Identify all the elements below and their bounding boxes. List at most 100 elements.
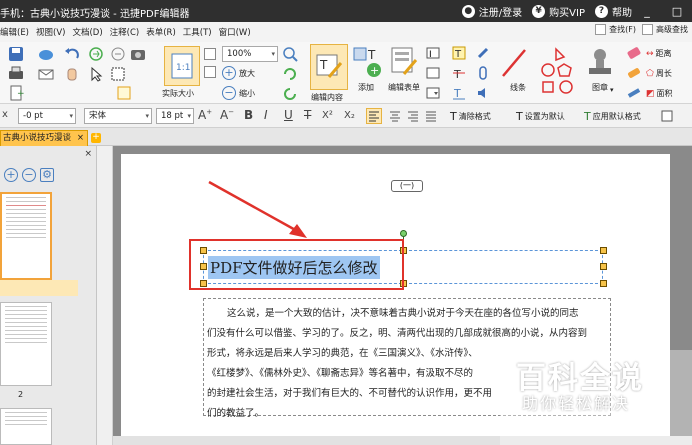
eraser-button[interactable]	[626, 46, 642, 60]
edit-content-button[interactable]: T	[310, 44, 348, 90]
page-thumbnail-2[interactable]	[0, 302, 52, 386]
svg-text:T: T	[319, 58, 328, 72]
resize-handle-bottom-right[interactable]	[600, 280, 607, 287]
export-icon[interactable]	[660, 109, 674, 123]
stamp-button[interactable]	[586, 46, 614, 80]
highlighter-button[interactable]	[626, 66, 642, 80]
clear-format-label: 清除格式	[458, 112, 491, 121]
underline-button[interactable]: U	[284, 108, 293, 122]
print-button[interactable]	[8, 66, 24, 82]
crop-button[interactable]	[116, 85, 132, 101]
zoom-select[interactable]: 100% ▾	[222, 46, 278, 62]
grow-font-button[interactable]: A+	[198, 108, 212, 122]
font-family-select[interactable]: 宋体 ▾	[84, 108, 152, 124]
save-button[interactable]	[8, 46, 24, 62]
typewriter-button[interactable]: T	[452, 46, 466, 60]
line-tool-button[interactable]	[500, 46, 528, 80]
resize-handle-top-right[interactable]	[600, 247, 607, 254]
thumbnail-zoom-in-icon[interactable]: +	[4, 168, 18, 182]
resize-handle-middle-right[interactable]	[600, 263, 607, 270]
menu-form[interactable]: 表单(R)	[146, 26, 183, 38]
font-size-select[interactable]: 18 pt ▾	[156, 108, 194, 124]
watermark-subtitle: 助你轻松解决	[522, 394, 631, 413]
menu-view[interactable]: 视图(V)	[36, 26, 72, 38]
text-field-button[interactable]: I	[426, 46, 440, 60]
actual-size-button[interactable]: 1:1	[164, 46, 200, 86]
area-tool-button[interactable]: ◩ 面积	[646, 88, 673, 99]
strikethrough-button[interactable]: T	[304, 108, 311, 122]
thumbnail-zoom-out-icon[interactable]: −	[22, 168, 36, 182]
align-left-button[interactable]	[366, 108, 382, 124]
list-box-button[interactable]	[426, 66, 440, 80]
set-default-button[interactable]: T 设置为默认	[516, 110, 565, 123]
align-left-icon	[369, 111, 379, 122]
zoom-plus-icon-button[interactable]	[282, 46, 298, 62]
find-button[interactable]: 查找(F)	[595, 24, 636, 35]
clear-format-button[interactable]: T 清除格式	[450, 110, 491, 123]
advanced-find-button[interactable]: 高级查找	[642, 24, 688, 35]
superscript-button[interactable]: X²	[322, 110, 333, 121]
hand-icon	[67, 68, 77, 81]
perimeter-tool-button[interactable]: ⬠ 周长	[646, 68, 672, 79]
minimize-button[interactable]: _	[632, 5, 662, 18]
distance-tool-button[interactable]: ↔ 距离	[646, 48, 672, 59]
combo-box-button[interactable]	[426, 86, 440, 100]
menu-document[interactable]: 文档(D)	[72, 26, 109, 38]
strikeout-tool-button[interactable]: T	[452, 66, 466, 80]
bold-button[interactable]: B	[244, 108, 253, 122]
select-tool-button[interactable]	[88, 66, 104, 82]
zoom-out-button[interactable]: − 缩小	[222, 86, 255, 100]
new-button[interactable]: +	[8, 85, 24, 101]
pencil-button[interactable]	[626, 86, 642, 100]
fit-page-button[interactable]	[204, 48, 216, 60]
italic-button[interactable]: I	[264, 108, 268, 122]
snapshot-button[interactable]	[110, 66, 126, 82]
rotate-button[interactable]	[282, 66, 298, 82]
redo-button[interactable]	[88, 46, 104, 62]
align-center-icon[interactable]	[388, 109, 402, 123]
help-button[interactable]: ? 帮助	[595, 4, 632, 19]
stamp-dropdown[interactable]: ▾	[610, 86, 614, 94]
underline-tool-button[interactable]: T	[452, 86, 466, 100]
align-right-icon[interactable]	[406, 109, 420, 123]
panel-splitter[interactable]	[97, 146, 113, 445]
attach-file-button[interactable]	[476, 66, 490, 80]
page-thumbnail-3[interactable]	[0, 408, 52, 445]
shrink-font-button[interactable]: A−	[220, 108, 234, 122]
rotate-back-button[interactable]	[282, 86, 298, 102]
shape-tools[interactable]	[538, 46, 574, 96]
menu-comment[interactable]: 注释(C)	[110, 26, 147, 38]
forward-button[interactable]	[110, 46, 126, 62]
subscript-button[interactable]: X₂	[344, 110, 355, 121]
new-tab-button[interactable]: +	[91, 133, 101, 143]
perimeter-label: 周长	[655, 69, 672, 78]
add-text-button[interactable]: T +	[352, 46, 382, 80]
close-format-icon[interactable]: x	[2, 109, 8, 120]
undo-button[interactable]	[64, 46, 80, 62]
zoom-in-button[interactable]: + 放大	[222, 66, 255, 80]
pin-button[interactable]	[476, 46, 490, 60]
camera-button[interactable]	[130, 46, 146, 62]
maximize-button[interactable]: □	[662, 5, 692, 18]
edit-form-button[interactable]	[390, 46, 418, 78]
spacing-input[interactable]: -0 pt ▾	[18, 108, 76, 124]
buy-vip-button[interactable]: ¥ 购买VIP	[532, 4, 585, 19]
menu-edit[interactable]: 编辑(E)	[0, 26, 36, 38]
email-button[interactable]	[38, 66, 54, 82]
tab-close-icon[interactable]: ×	[77, 131, 84, 145]
upload-button[interactable]	[38, 46, 54, 62]
sound-button[interactable]	[476, 86, 490, 100]
hand-tool-button[interactable]	[64, 66, 80, 82]
menu-tools[interactable]: 工具(T)	[183, 26, 219, 38]
stamp-icon	[589, 49, 611, 74]
svg-text:I: I	[429, 50, 432, 60]
tab-document[interactable]: 古典小说技巧漫谈 ×	[0, 130, 88, 146]
apply-default-button[interactable]: T 应用默认格式	[584, 110, 641, 123]
register-login-button[interactable]: ● 注册/登录	[461, 4, 522, 19]
fit-width-button[interactable]	[204, 66, 216, 78]
thumbnail-options-icon[interactable]: ⚙	[40, 168, 54, 182]
panel-close-icon[interactable]: ×	[84, 149, 92, 159]
page-thumbnail-1[interactable]	[0, 192, 52, 280]
align-justify-icon[interactable]	[424, 109, 438, 123]
menu-window[interactable]: 窗口(W)	[219, 26, 258, 38]
